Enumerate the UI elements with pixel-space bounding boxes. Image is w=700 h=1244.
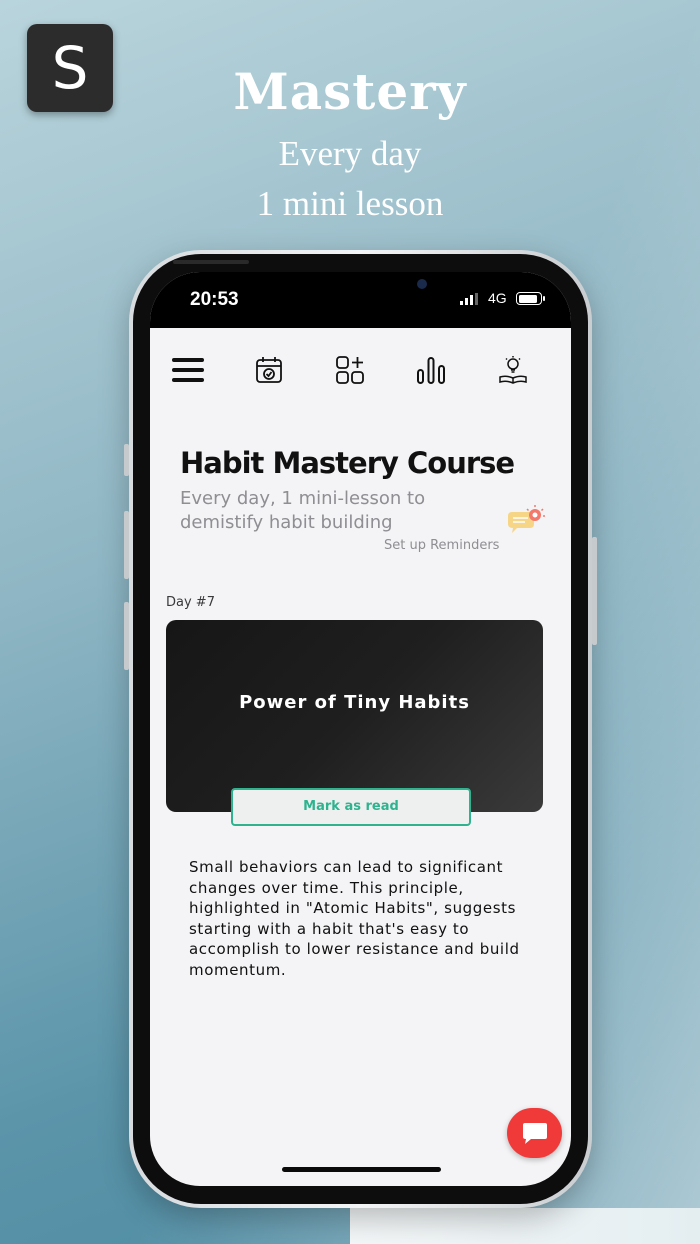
- reminder-bell-icon[interactable]: [505, 504, 549, 540]
- lesson-body: Small behaviors can lead to significant …: [189, 858, 520, 979]
- status-time: 20:53: [190, 289, 239, 310]
- network-type: 4G: [488, 290, 507, 306]
- background-corner: [350, 1208, 700, 1244]
- phone-volume-up-button: [124, 511, 129, 579]
- phone-power-button: [592, 537, 597, 645]
- front-camera: [417, 279, 427, 289]
- calendar-check-icon[interactable]: [249, 350, 289, 390]
- course-title: Habit Mastery Course: [180, 446, 515, 480]
- course-subtitle: Every day, 1 mini-lesson to demistify ha…: [180, 488, 426, 533]
- stats-bars-icon[interactable]: [411, 350, 451, 390]
- phone-side-button: [124, 444, 129, 476]
- menu-icon[interactable]: [168, 350, 208, 390]
- add-habit-grid-icon[interactable]: [330, 350, 370, 390]
- status-bar: 20:53 4G: [150, 272, 571, 328]
- lesson-card[interactable]: Power of Tiny Habits: [166, 620, 543, 812]
- phone-speaker: [173, 260, 249, 264]
- chat-icon: [522, 1123, 547, 1144]
- promo-subline-1: Every day: [278, 134, 422, 173]
- promo-headline: Mastery: [233, 62, 467, 121]
- notch: [275, 272, 447, 308]
- battery-icon: [516, 292, 542, 305]
- mark-as-read-button[interactable]: Mark as read: [231, 788, 471, 826]
- phone-screen: 20:53 4G Habit Mastery Course Every day,…: [150, 272, 571, 1186]
- home-indicator[interactable]: [282, 1167, 441, 1172]
- phone-volume-down-button: [124, 602, 129, 670]
- lesson-card-title: Power of Tiny Habits: [239, 692, 470, 713]
- battery-tip: [543, 296, 545, 301]
- setup-reminders-link[interactable]: Set up Reminders: [384, 538, 499, 553]
- chat-button[interactable]: [507, 1108, 562, 1158]
- promo-subline-2: 1 mini lesson: [256, 184, 444, 223]
- signal-icon: [460, 293, 478, 305]
- lightbulb-book-icon[interactable]: [493, 350, 533, 390]
- top-nav: [150, 328, 571, 408]
- day-label: Day #7: [166, 595, 215, 610]
